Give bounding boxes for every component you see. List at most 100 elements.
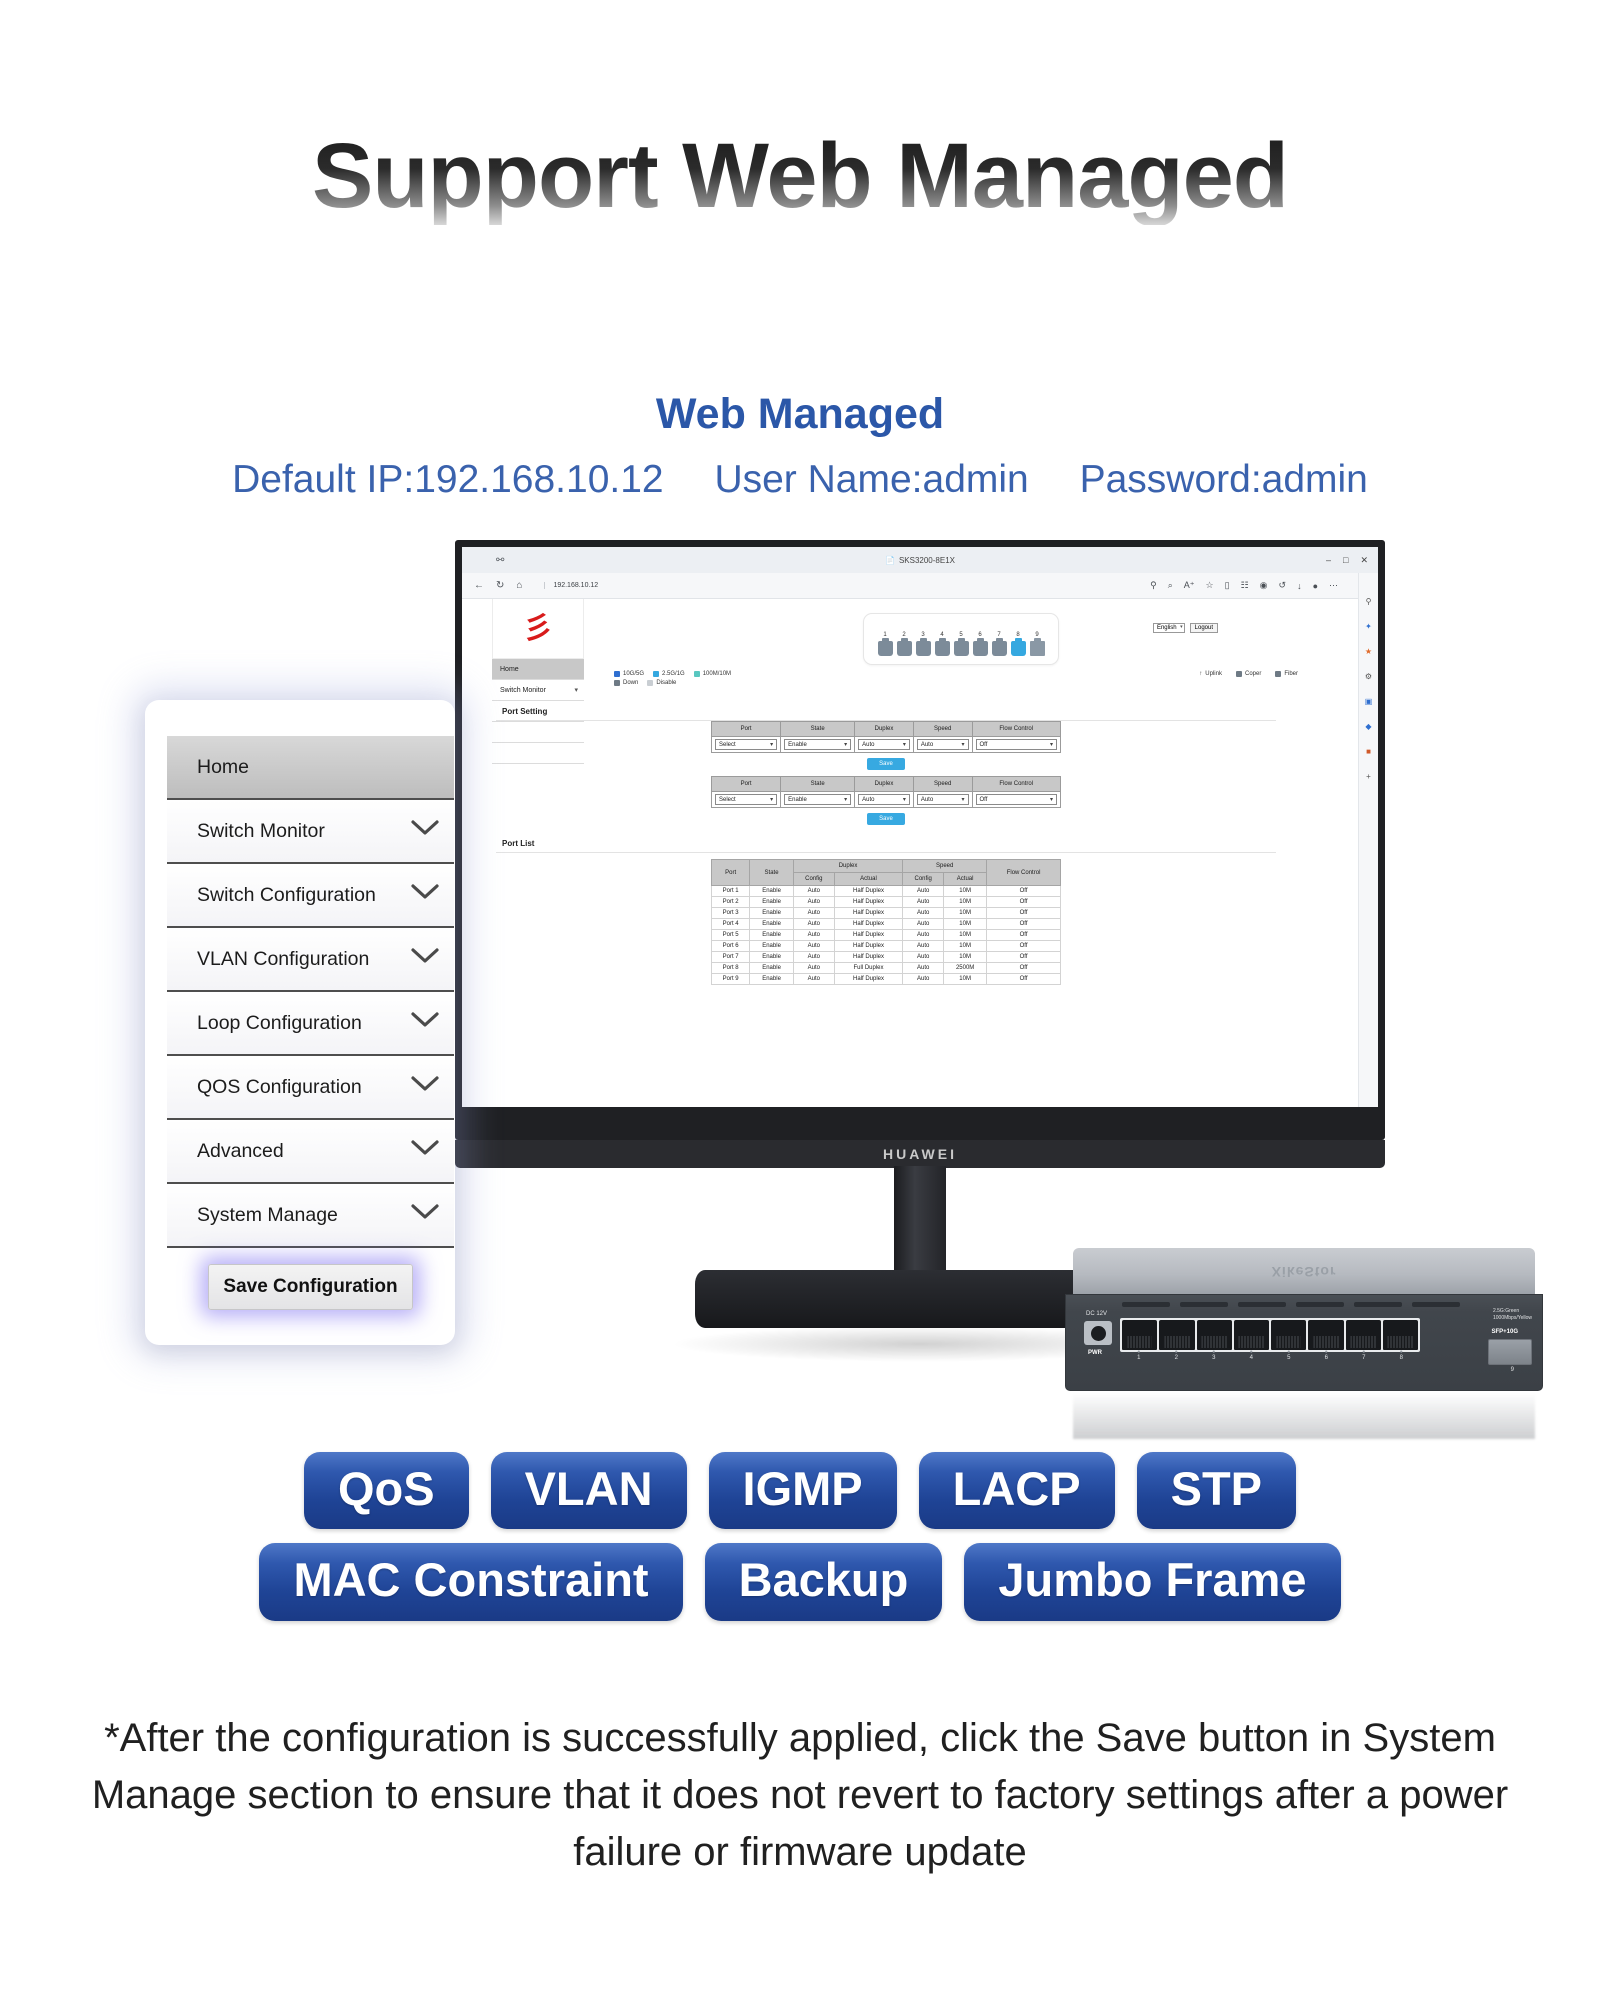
close-icon[interactable]: ✕ bbox=[1360, 555, 1368, 566]
column-header: Duplex bbox=[792, 859, 904, 873]
table-row: Select Enable Auto Auto Off bbox=[710, 736, 1062, 753]
table-cell: Auto bbox=[792, 885, 835, 897]
logout-button[interactable]: Logout bbox=[1189, 623, 1218, 633]
port-status-panel: 1 2 3 4 5 6 7 8 9 bbox=[863, 613, 1059, 665]
speed-select[interactable]: Auto bbox=[916, 739, 969, 750]
port-indicator[interactable]: 2 bbox=[896, 632, 912, 656]
browser-tab[interactable]: 📄 SKS3200-8E1X bbox=[462, 556, 1378, 565]
speed-select[interactable]: Auto bbox=[916, 794, 969, 805]
page-title: Support Web Managed bbox=[0, 128, 1600, 225]
port-indicator-active[interactable]: 8 bbox=[1010, 632, 1026, 656]
maximize-icon[interactable]: □ bbox=[1343, 555, 1348, 566]
menu-item-vlan-configuration[interactable]: VLAN Configuration bbox=[167, 928, 454, 992]
save-configuration-button[interactable]: Save Configuration bbox=[208, 1264, 413, 1310]
legend-item-100m: 100M/10M bbox=[693, 671, 731, 677]
vent-slot bbox=[1296, 1302, 1344, 1307]
chevron-down-icon bbox=[410, 947, 440, 971]
search-icon[interactable]: ⚲ bbox=[1150, 580, 1157, 591]
flow-control-select[interactable]: Off bbox=[975, 794, 1057, 805]
column-header: Flow Control bbox=[971, 721, 1062, 737]
vent-slot bbox=[1180, 1302, 1228, 1307]
cell-speed: Auto bbox=[912, 791, 973, 808]
port-indicator[interactable]: 4 bbox=[934, 632, 950, 656]
menu-item-qos-configuration[interactable]: QOS Configuration bbox=[167, 1056, 454, 1120]
menu-item-label: Home bbox=[197, 755, 250, 778]
duplex-select[interactable]: Auto bbox=[858, 739, 910, 750]
port-list-body: Port 1 Enable Auto Half Duplex Auto 10M Off Por… bbox=[710, 885, 1061, 985]
sidebar-item-label: Switch Monitor bbox=[500, 686, 546, 694]
favorite-icon[interactable]: ☆ bbox=[1206, 580, 1214, 591]
table-cell: Off bbox=[986, 951, 1061, 963]
sidebar-copilot-icon[interactable]: ✦ bbox=[1363, 620, 1375, 632]
rj45-icon bbox=[953, 638, 969, 656]
table-cell: Enable bbox=[749, 929, 794, 941]
browser-essentials-icon[interactable]: ◉ bbox=[1260, 580, 1268, 591]
menu-item-home[interactable]: Home bbox=[167, 736, 454, 800]
rj45-icon bbox=[877, 638, 893, 656]
history-icon[interactable]: ↺ bbox=[1279, 580, 1287, 591]
downloads-icon[interactable]: ↓ bbox=[1297, 581, 1302, 591]
language-select[interactable]: English bbox=[1152, 623, 1185, 633]
menu-item-system-manage[interactable]: System Manage bbox=[167, 1184, 454, 1248]
table-cell: Off bbox=[986, 907, 1061, 919]
port-indicator[interactable]: 5 bbox=[953, 632, 969, 656]
reload-icon[interactable]: ↻ bbox=[496, 580, 504, 591]
port-indicator-sfp[interactable]: 9 bbox=[1029, 632, 1045, 656]
sidebar-search-icon[interactable]: ⚲ bbox=[1363, 595, 1375, 607]
table-row: Port 6 Enable Auto Half Duplex Auto 10M Off bbox=[710, 940, 1061, 952]
port-indicator[interactable]: 6 bbox=[972, 632, 988, 656]
menu-item-loop-configuration[interactable]: Loop Configuration bbox=[167, 992, 454, 1056]
chevron-down-icon bbox=[410, 1075, 440, 1099]
save-button[interactable]: Save bbox=[867, 758, 905, 770]
vent-slot bbox=[1412, 1302, 1460, 1307]
sidebar-item-home[interactable]: Home bbox=[492, 659, 584, 680]
table-cell: Enable bbox=[749, 962, 794, 974]
flow-control-select[interactable]: Off bbox=[975, 739, 1057, 750]
back-arrow-icon[interactable]: ← bbox=[474, 580, 484, 591]
menu-item-switch-configuration[interactable]: Switch Configuration bbox=[167, 864, 454, 928]
port-legend: 10G/5G 2.5G/1G 100M/10M ↑ Uplink Coper Fi… bbox=[614, 671, 1368, 689]
table-cell: Auto bbox=[792, 918, 835, 930]
state-select[interactable]: Enable bbox=[784, 794, 852, 805]
profile-icon[interactable]: ● bbox=[1313, 581, 1318, 591]
brand-logo: 彡 bbox=[492, 599, 584, 659]
legend-swatch bbox=[614, 671, 620, 677]
port-select[interactable]: Select bbox=[715, 794, 778, 805]
sidebar-collections-icon[interactable]: ▣ bbox=[1363, 695, 1375, 707]
zoom-icon[interactable]: ⌕ bbox=[1168, 580, 1173, 591]
sidebar-games-icon[interactable]: ◆ bbox=[1363, 720, 1375, 732]
table-cell: Off bbox=[986, 973, 1061, 985]
window-controls[interactable]: – □ ✕ bbox=[1326, 555, 1368, 566]
table-row: Port 1 Enable Auto Half Duplex Auto 10M Off bbox=[710, 885, 1061, 897]
minimize-icon[interactable]: – bbox=[1326, 555, 1331, 566]
port-select[interactable]: Select bbox=[715, 739, 778, 750]
device-reflection bbox=[1073, 1393, 1535, 1439]
save-button[interactable]: Save bbox=[867, 813, 905, 825]
table-cell: Enable bbox=[749, 907, 794, 919]
home-icon[interactable]: ⌂ bbox=[516, 580, 522, 591]
split-screen-icon[interactable]: ▯ bbox=[1225, 580, 1230, 591]
chevron-down-icon bbox=[410, 819, 440, 843]
menu-item-advanced[interactable]: Advanced bbox=[167, 1120, 454, 1184]
column-header: Port bbox=[710, 776, 782, 792]
table-cell: 10M bbox=[943, 929, 988, 941]
read-aloud-icon[interactable]: A⁺ bbox=[1184, 580, 1195, 591]
table-cell: Auto bbox=[792, 951, 835, 963]
duplex-select[interactable]: Auto bbox=[858, 794, 910, 805]
table-cell: Half Duplex bbox=[833, 896, 904, 908]
menu-item-switch-monitor[interactable]: Switch Monitor bbox=[167, 800, 454, 864]
sidebar-drop-icon[interactable]: ■ bbox=[1363, 745, 1375, 757]
more-icon[interactable]: ⋯ bbox=[1329, 580, 1338, 591]
port-indicator[interactable]: 3 bbox=[915, 632, 931, 656]
port-indicator[interactable]: 1 bbox=[877, 632, 893, 656]
collections-icon[interactable]: ☷ bbox=[1241, 580, 1249, 591]
address-bar[interactable]: 192.168.10.12 bbox=[544, 582, 598, 589]
device-brand-label: XikeStor bbox=[1271, 1264, 1337, 1280]
sfp-port-number: 9 bbox=[1510, 1367, 1514, 1373]
table-cell: Half Duplex bbox=[833, 918, 904, 930]
table-cell: Port 7 bbox=[710, 951, 751, 963]
port-indicator[interactable]: 7 bbox=[991, 632, 1007, 656]
state-select[interactable]: Enable bbox=[784, 739, 852, 750]
sidebar-shopping-icon[interactable]: ★ bbox=[1363, 645, 1375, 657]
sidebar-add-icon[interactable]: + bbox=[1363, 770, 1375, 782]
